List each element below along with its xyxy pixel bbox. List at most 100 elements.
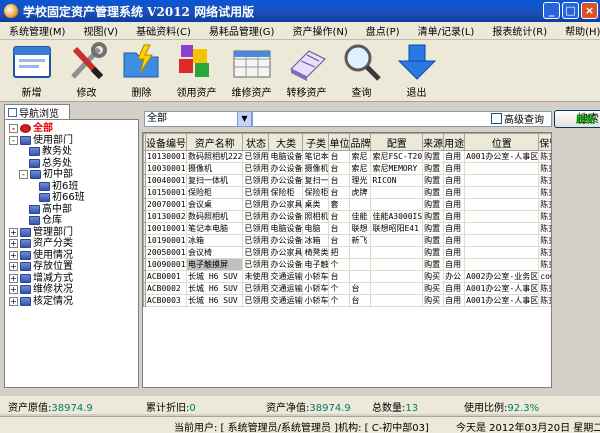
- toolbar-button-5[interactable]: 转移资产: [279, 41, 334, 101]
- expand-toggle-icon[interactable]: +: [9, 239, 18, 248]
- toolbar-label: 退出: [406, 88, 427, 99]
- toolbar-button-2[interactable]: 删除: [114, 41, 169, 101]
- expand-toggle-icon[interactable]: +: [9, 250, 18, 260]
- toolbar-label: 领用资产: [176, 88, 217, 99]
- column-header[interactable]: 用途: [443, 133, 466, 151]
- column-header[interactable]: 状态: [242, 133, 270, 151]
- table-cell: 索尼FSC-T20: [370, 150, 424, 163]
- table-cell: 20070001: [145, 198, 187, 211]
- maximize-button[interactable]: □: [562, 2, 579, 19]
- tree-node[interactable]: 初6班: [39, 181, 78, 192]
- column-header[interactable]: 资产名称: [185, 133, 244, 151]
- menu-item-7[interactable]: 报表统计(R): [483, 23, 556, 38]
- tree-node[interactable]: + 使用情况: [9, 250, 73, 261]
- table-row[interactable]: 10010001笔记本电脑已领用电脑设备电脑台联想联想昭阳E41购置自用 陈克梅: [143, 222, 551, 235]
- current-user: 当前用户: [ 系统管理员/系统管理员 ]机构: [ C-初中部03]: [174, 423, 429, 433]
- toolbar-button-0[interactable]: 新增: [4, 41, 59, 101]
- table-cell: 已领用: [242, 234, 270, 247]
- tree-node[interactable]: + 存放位置: [9, 261, 73, 272]
- column-header[interactable]: 位置: [464, 133, 540, 151]
- menu-item-0[interactable]: 系统管理(M): [0, 23, 74, 38]
- close-button[interactable]: ×: [581, 2, 598, 19]
- table-cell: 10040001: [145, 174, 187, 187]
- expand-toggle-icon[interactable]: +: [9, 285, 18, 294]
- table-cell: 购买: [422, 294, 445, 307]
- folder-icon: [29, 204, 40, 214]
- expand-toggle-icon[interactable]: +: [9, 262, 18, 271]
- column-header[interactable]: 来源: [422, 133, 445, 151]
- expand-toggle-icon[interactable]: -: [9, 135, 18, 145]
- toolbar-button-1[interactable]: 修改: [59, 41, 114, 101]
- table-row[interactable]: ACB0001 长城 H6 SUV 未使用 交通运输 小轿车台 购买 办公 A002办公室-业…: [143, 270, 551, 283]
- table-cell: 办公设备: [268, 210, 304, 223]
- menu-item-5[interactable]: 盘点(P): [357, 23, 409, 38]
- table-cell: 陈克梅: [538, 162, 551, 175]
- menu-item-8[interactable]: 帮助(H): [556, 23, 600, 38]
- toolbar-button-4[interactable]: 维修资产: [224, 41, 279, 101]
- table-row[interactable]: 20050001会议椅已领用办公家具椅凳类把 购置自用 陈克梅: [143, 246, 551, 259]
- tree-node[interactable]: 高中部: [29, 204, 72, 215]
- tree-node[interactable]: - 使用部门: [9, 135, 73, 146]
- tree-node[interactable]: 初66班: [39, 192, 85, 203]
- minimize-button[interactable]: _: [543, 2, 560, 19]
- table-cell: 摄像机: [185, 162, 244, 175]
- table-cell: 购买: [422, 282, 445, 295]
- table-cell: [370, 270, 424, 283]
- tree-node[interactable]: + 维修状况: [9, 284, 73, 295]
- menu-item-3[interactable]: 易耗品管理(G): [200, 23, 284, 38]
- table-row[interactable]: 10190001冰箱已领用办公设备冰箱台新飞购置自用陈克梅: [143, 234, 551, 247]
- table-row[interactable]: 10090001电子触摸屏已领用办公设备电子触个 购置自用 陈克梅: [143, 258, 551, 271]
- toolbar-button-7[interactable]: 退出: [389, 41, 444, 101]
- table-row[interactable]: ACB0003 长城 H6 SUV 已领用 交通运输 小轿车个台 购买 自用 A001办公室-…: [143, 294, 551, 307]
- column-header[interactable]: 大类: [268, 133, 304, 151]
- menu-item-6[interactable]: 清单/记录(L): [409, 23, 484, 38]
- advanced-search-checkbox[interactable]: [491, 113, 502, 124]
- expand-toggle-icon[interactable]: -: [19, 170, 28, 179]
- tree-node[interactable]: + 管理部门: [9, 227, 73, 238]
- stat-net: 资产净值:38974.9: [266, 399, 351, 414]
- tree-node[interactable]: + 增减方式: [9, 273, 73, 284]
- column-header[interactable]: 单位: [328, 133, 351, 151]
- column-header[interactable]: 保管人: [538, 133, 551, 151]
- table-cell: [349, 258, 372, 271]
- menu-item-1[interactable]: 视图(V): [74, 23, 127, 38]
- nav-tab[interactable]: 导航浏览: [4, 104, 70, 120]
- expand-toggle-icon[interactable]: +: [9, 273, 18, 283]
- table-row[interactable]: 10150001保险柜已领用保险柜保险柜台虎牌购置自用陈克梅: [143, 186, 551, 199]
- table-row[interactable]: 10030001摄像机已领用办公设备摄像机台索尼索尼MEMORY购置自用陈克梅: [143, 162, 551, 175]
- folder-icon: [29, 158, 40, 168]
- stat-depr-value: 0: [189, 403, 196, 414]
- advanced-search[interactable]: 高级查询: [491, 111, 544, 126]
- tree-node[interactable]: 仓库: [29, 215, 62, 226]
- column-header[interactable]: 子类: [302, 133, 330, 151]
- table-cell: 办公设备: [268, 162, 304, 175]
- menu-item-4[interactable]: 资产操作(N): [283, 23, 356, 38]
- expand-toggle-icon[interactable]: +: [9, 227, 18, 237]
- tree-node[interactable]: - 初中部: [19, 169, 73, 180]
- tree-node-label: 教务处: [42, 146, 72, 157]
- table-cell: cowbo: [538, 270, 551, 283]
- toolbar-button-3[interactable]: 领用资产: [169, 41, 224, 101]
- chevron-down-icon[interactable]: ▼: [237, 112, 251, 126]
- table-row[interactable]: 10040001复扫一体机已领用办公设备复扫一台理光RICON购置自用 陈克梅: [143, 174, 551, 187]
- table-row[interactable]: 10130002 数码照相机 已领用 办公设备 照相机台佳能 佳能A3000IS 购置 自用 陈…: [143, 210, 551, 223]
- tree-node[interactable]: + 资产分类: [9, 238, 73, 249]
- expand-toggle-icon[interactable]: +: [9, 296, 18, 306]
- tree-node[interactable]: 总务处: [29, 158, 72, 169]
- table-cell: 20050001: [145, 246, 187, 259]
- column-header[interactable]: 设备编号: [145, 133, 187, 151]
- column-header[interactable]: 品牌: [349, 133, 372, 151]
- tree-node[interactable]: 教务处: [29, 146, 72, 157]
- refresh-link[interactable]: 刷新: [576, 111, 596, 126]
- menu-item-2[interactable]: 基础资料(C): [127, 23, 200, 38]
- column-header[interactable]: 配置: [370, 133, 424, 151]
- table-cell: 陈克梅: [538, 234, 551, 247]
- category-combo[interactable]: 全部 ▼: [144, 111, 252, 127]
- expand-toggle-icon[interactable]: -: [9, 124, 18, 133]
- table-row[interactable]: ACB0002 长城 H6 SUV 已领用 交通运输 小轿车个台 购买 自用 A001办公室-…: [143, 282, 551, 295]
- tree-node[interactable]: - 全部: [9, 123, 53, 134]
- toolbar-button-6[interactable]: 查询: [334, 41, 389, 101]
- table-row[interactable]: 10130001 数码照相机222 已领用 电脑设备 笔记本台索尼 索尼FSC-T20 购置…: [143, 150, 551, 163]
- table-row[interactable]: 20070001会议桌已领用办公家具桌类套 购置自用 陈克梅: [143, 198, 551, 211]
- tree-node[interactable]: + 核定情况: [9, 296, 73, 307]
